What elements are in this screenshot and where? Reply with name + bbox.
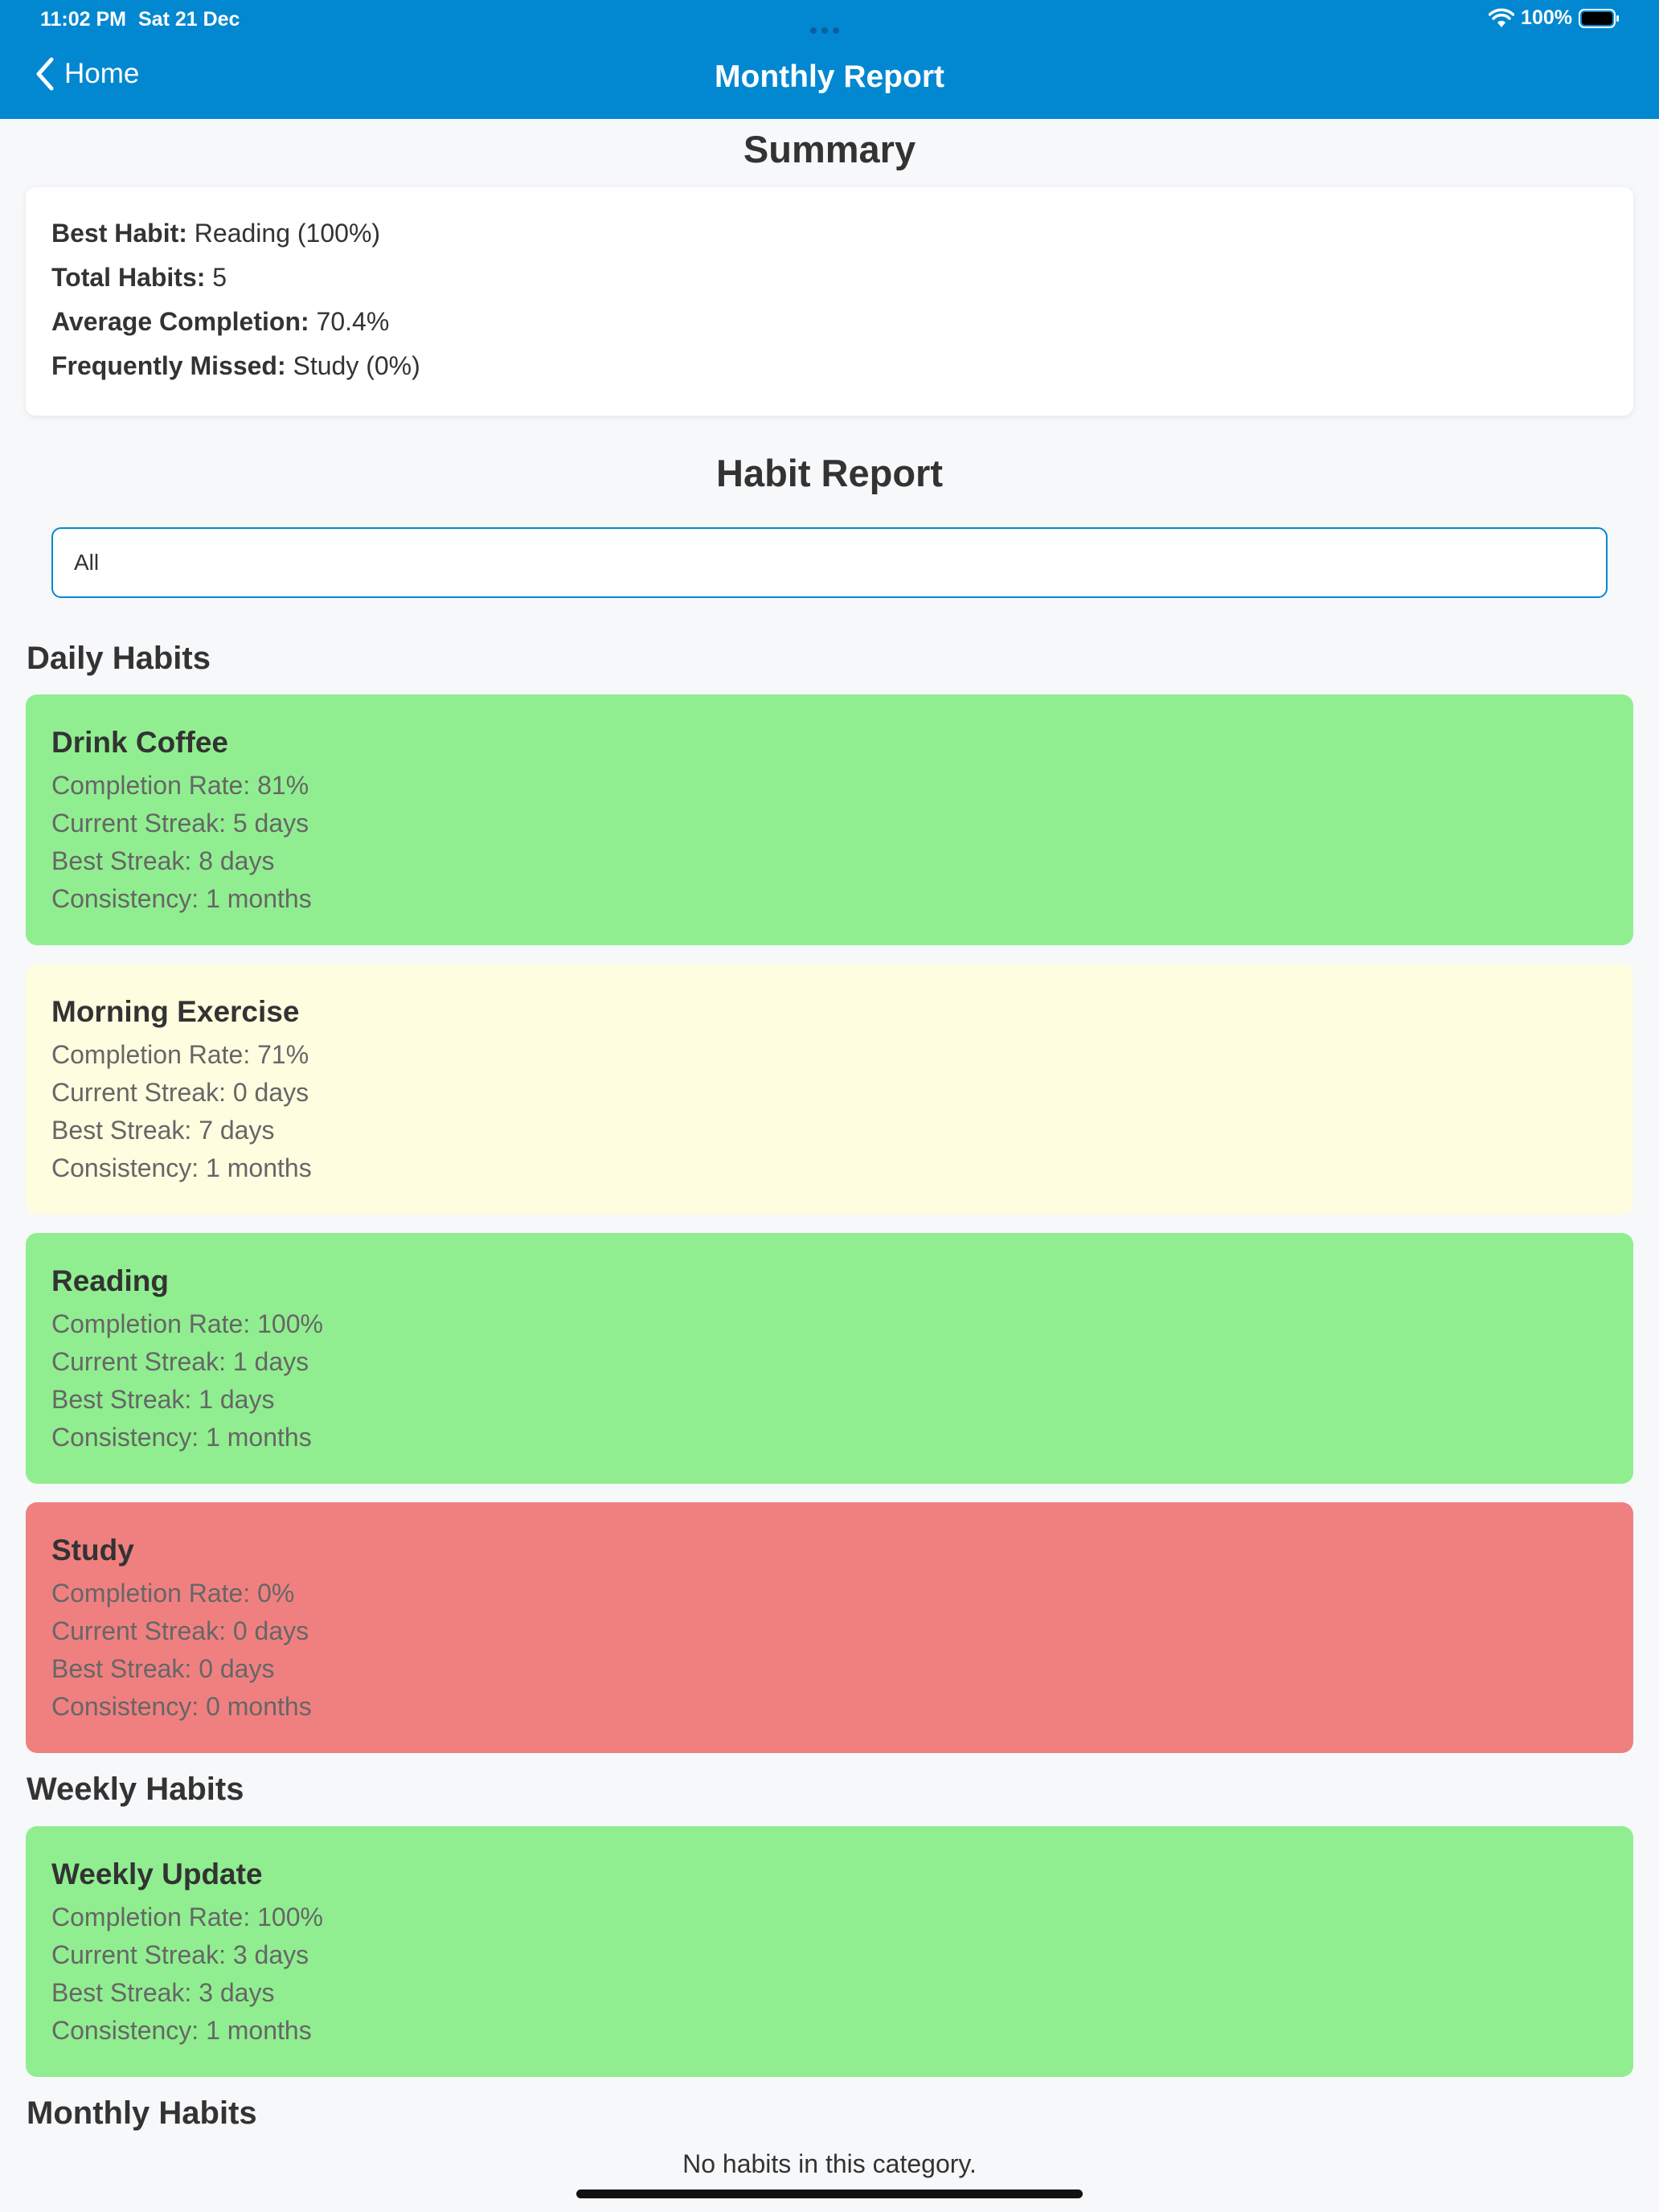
habit-completion-rate: Completion Rate: 100% — [51, 1309, 323, 1338]
daily-habits-heading: Daily Habits — [27, 641, 211, 676]
habit-card-weekly-update[interactable]: Weekly Update Completion Rate: 100% Curr… — [26, 1826, 1633, 2077]
battery-icon — [1579, 8, 1619, 28]
status-time: 11:02 PM — [40, 8, 127, 31]
habit-current-streak: Current Streak: 5 days — [51, 809, 309, 838]
wifi-icon — [1489, 8, 1515, 27]
nav-bar: Home Monthly Report — [0, 39, 1659, 119]
habit-consistency: Consistency: 1 months — [51, 2016, 312, 2045]
home-indicator[interactable] — [576, 2189, 1083, 2198]
top-bar: 11:02 PM Sat 21 Dec 100% Home Monthly Re… — [0, 0, 1659, 119]
summary-label: Best Habit: — [51, 219, 187, 248]
status-right: 100% — [1489, 6, 1620, 30]
habit-current-streak: Current Streak: 1 days — [51, 1347, 309, 1376]
status-date: Sat 21 Dec — [138, 8, 240, 31]
summary-label: Average Completion: — [51, 307, 309, 336]
summary-label: Frequently Missed: — [51, 351, 286, 380]
habit-name: Drink Coffee — [51, 726, 228, 759]
habit-best-streak: Best Streak: 1 days — [51, 1385, 275, 1414]
summary-best-habit: Best Habit: Reading (100%) — [51, 211, 1608, 256]
summary-value: 70.4% — [316, 307, 390, 336]
weekly-habits-heading: Weekly Habits — [27, 1772, 244, 1807]
habit-name: Study — [51, 1534, 134, 1567]
empty-category-message: No habits in this category. — [682, 2149, 977, 2178]
summary-heading: Summary — [743, 128, 916, 170]
habit-best-streak: Best Streak: 8 days — [51, 846, 275, 875]
habit-current-streak: Current Streak: 0 days — [51, 1616, 309, 1645]
habit-completion-rate: Completion Rate: 100% — [51, 1903, 323, 1931]
habit-name: Morning Exercise — [51, 995, 300, 1028]
summary-card: Best Habit: Reading (100%) Total Habits:… — [26, 187, 1633, 416]
category-filter-select[interactable]: All — [51, 527, 1608, 598]
summary-average-completion: Average Completion: 70.4% — [51, 300, 1608, 344]
summary-label: Total Habits: — [51, 263, 206, 292]
habit-consistency: Consistency: 0 months — [51, 1692, 312, 1721]
habit-completion-rate: Completion Rate: 81% — [51, 771, 309, 800]
monthly-habits-heading: Monthly Habits — [27, 2095, 257, 2131]
habit-completion-rate: Completion Rate: 71% — [51, 1040, 309, 1069]
summary-value: Reading (100%) — [194, 219, 381, 248]
summary-frequently-missed: Frequently Missed: Study (0%) — [51, 344, 1608, 388]
summary-value: 5 — [212, 263, 227, 292]
habit-best-streak: Best Streak: 7 days — [51, 1116, 275, 1145]
habit-report-heading: Habit Report — [716, 452, 943, 494]
status-bar: 11:02 PM Sat 21 Dec 100% — [0, 0, 1659, 39]
summary-total-habits: Total Habits: 5 — [51, 256, 1608, 300]
habit-card-drink-coffee[interactable]: Drink Coffee Completion Rate: 81% Curren… — [26, 694, 1633, 945]
habit-name: Reading — [51, 1264, 169, 1297]
habit-card-morning-exercise[interactable]: Morning Exercise Completion Rate: 71% Cu… — [26, 964, 1633, 1215]
summary-value: Study (0%) — [293, 351, 420, 380]
habit-current-streak: Current Streak: 3 days — [51, 1940, 309, 1969]
habit-current-streak: Current Streak: 0 days — [51, 1078, 309, 1107]
multitasking-dots-icon[interactable] — [810, 16, 849, 34]
habit-consistency: Consistency: 1 months — [51, 1423, 312, 1452]
habit-consistency: Consistency: 1 months — [51, 1153, 312, 1182]
habit-card-reading[interactable]: Reading Completion Rate: 100% Current St… — [26, 1233, 1633, 1484]
habit-consistency: Consistency: 1 months — [51, 884, 312, 913]
habit-card-study[interactable]: Study Completion Rate: 0% Current Streak… — [26, 1502, 1633, 1753]
habit-best-streak: Best Streak: 0 days — [51, 1654, 275, 1683]
habit-best-streak: Best Streak: 3 days — [51, 1978, 275, 2007]
battery-percent: 100% — [1521, 6, 1572, 29]
habit-name: Weekly Update — [51, 1858, 263, 1890]
habit-completion-rate: Completion Rate: 0% — [51, 1579, 295, 1608]
page-title: Monthly Report — [715, 59, 944, 94]
